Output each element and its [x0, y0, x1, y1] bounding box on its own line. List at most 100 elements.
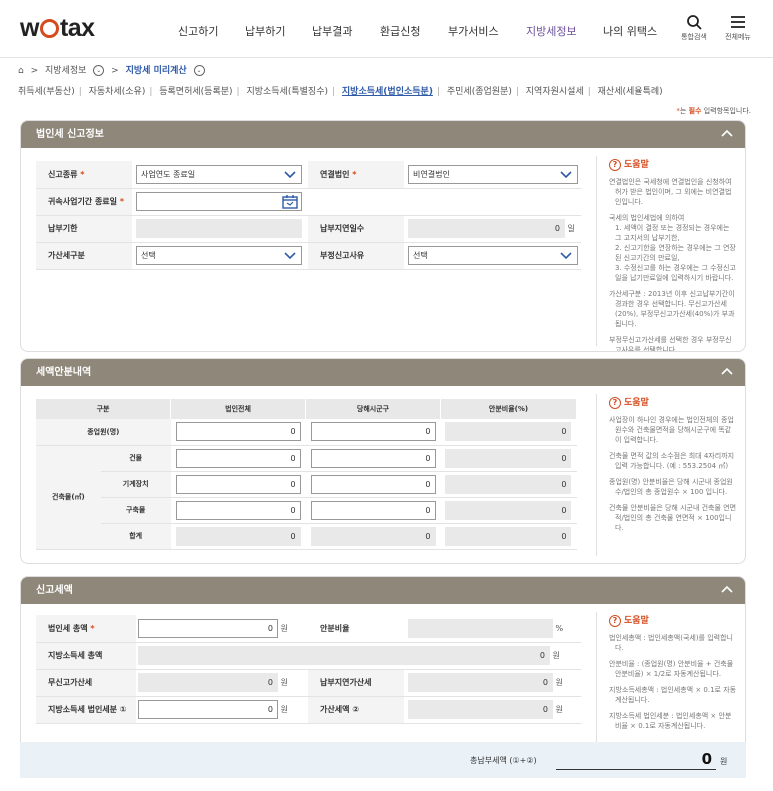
breadcrumb-item-calculator[interactable]: 지방세 미리계산: [126, 66, 187, 76]
column-header: 당해시군구: [305, 399, 441, 419]
corp-info-form: 신고종류 * 사업연도 종료일 연결법인 * 비연결법인 귀속사업기간 종료일 …: [36, 161, 581, 270]
chevron-down-icon: [284, 171, 296, 178]
column-header: 법인전체: [170, 399, 307, 419]
tab-income-tax-special[interactable]: 지방소득세(특별징수): [246, 87, 328, 97]
search-button[interactable]: 통합검색: [674, 14, 714, 42]
hamburger-icon: [731, 16, 745, 28]
row-label-machinery: 기계장치: [100, 471, 171, 498]
allocation-table: 구분 법인전체 당해시군구 안분비율(%) 종업원(명) 0 0 0 건축물(㎡…: [36, 399, 578, 550]
reported-tax-form: 법인세 총액 * 0 원 안분비율 % 지방소득세 총액 0 원 무신고가산세 …: [36, 615, 581, 724]
tab-property-tax[interactable]: 재산세(세율특례): [598, 87, 663, 97]
tab-acquisition-tax[interactable]: 취득세(부동산): [18, 87, 75, 97]
tax-type-tabs: 취득세(부동산) | 자동차세(소유) | 등록면허세(등록분) | 지방소득세(특별…: [18, 87, 663, 97]
penalty-field: 0: [408, 700, 553, 719]
ratio-label: 안분비율: [308, 615, 404, 643]
nav-pay-result[interactable]: 납부결과: [312, 23, 352, 39]
total-amount: 0: [556, 750, 716, 770]
machinery-ratio-field: 0: [445, 474, 572, 494]
late-pay-field: 0: [408, 673, 553, 692]
building-total-input[interactable]: 0: [175, 448, 301, 468]
machinery-total-input[interactable]: 0: [175, 474, 301, 494]
menu-button[interactable]: 전체메뉴: [718, 14, 758, 42]
due-date-field: [136, 219, 302, 238]
section-reported-tax: 신고세액 법인세 총액 * 0 원 안분비율 % 지방소득세 총액 0 원 무신…: [20, 576, 746, 742]
help-item: 지방소득세총액 : 법인세총액 × 0.1로 자동계산됩니다.: [609, 686, 737, 704]
structure-ratio-field: 0: [445, 500, 572, 520]
chevron-up-icon: [721, 585, 733, 593]
help-item: 건축물 면적 값의 소수점은 최대 4자리까지 입력 가능합니다. (예 : 5…: [609, 452, 735, 470]
section-header[interactable]: 신고세액: [21, 577, 745, 604]
column-header: 구분: [36, 399, 172, 419]
help-item: 국세의 법인세법에 의하여 1. 세액이 결정 또는 경정되는 경우에는 그 고…: [609, 214, 736, 282]
breadcrumb-item-local-tax-info[interactable]: 지방세정보: [45, 66, 86, 76]
building-label: 건축물(㎡): [36, 445, 101, 550]
help-title: 도움말: [624, 398, 649, 408]
corp-portion-label: 지방소득세 법인세분 ①: [36, 696, 136, 724]
corp-tax-input[interactable]: 0: [138, 618, 278, 638]
nav-report[interactable]: 신고하기: [178, 23, 218, 39]
due-date-label: 납부기한: [36, 215, 132, 243]
help-item: 연결법인은 국세청에 연결법인을 신청하여 허가 받은 법인이며, 그 외에는 …: [609, 178, 732, 206]
penalty-type-select[interactable]: 선택: [136, 246, 302, 265]
structure-total-input[interactable]: 0: [175, 500, 301, 520]
tab-resident-tax[interactable]: 주민세(종업원분): [447, 87, 512, 97]
section-title: 법인세 신고정보: [36, 129, 104, 140]
employees-ratio-field: 0: [445, 422, 572, 442]
tab-income-tax-corporate[interactable]: 지방소득세(법인소득분): [342, 87, 433, 97]
section-title: 신고세액: [36, 585, 73, 596]
employees-local-input[interactable]: 0: [310, 422, 436, 442]
search-label: 통합검색: [681, 33, 707, 41]
report-type-label: 신고종류: [48, 169, 78, 179]
late-pay-label: 납부지연가산세: [308, 669, 404, 697]
building-local-input[interactable]: 0: [310, 448, 436, 468]
help-box: ? 도움말 법인세총액 : 법인세총액(국세)를 입력합니다. 안분비율 : (종…: [609, 615, 737, 737]
search-icon: [687, 15, 702, 30]
report-type-select[interactable]: 사업연도 종료일: [136, 164, 302, 184]
chevron-down-icon: [284, 252, 296, 259]
machinery-local-input[interactable]: 0: [310, 474, 436, 494]
nav-local-tax-info[interactable]: 지방세정보: [526, 23, 577, 39]
home-icon[interactable]: ⌂: [18, 66, 24, 76]
help-item: 안분비율 : (종업원(명) 안분비율 + 건축물 안분비율) × 1/2로 자…: [609, 660, 734, 678]
nav-my-wetax[interactable]: 나의 위택스: [603, 23, 657, 39]
help-box: ? 도움말 연결법인은 국세청에 연결법인을 신청하여 허가 받은 법인이며, 그…: [609, 159, 737, 352]
help-item: 부정무신고가산세를 선택한 경우 부정무신고사유를 선택합니다.: [609, 336, 732, 352]
total-unit: 원: [720, 757, 728, 766]
tab-regional-resource-tax[interactable]: 지역자원시설세: [526, 87, 584, 97]
required-note: *는 필수 입력항목입니다.: [676, 107, 751, 115]
chevron-down-icon: [560, 252, 572, 259]
total-label: 총납부세액 (①+②): [470, 756, 537, 765]
penalty-label: 가산세액 ②: [308, 696, 404, 724]
wetax-logo[interactable]: w tax: [20, 14, 95, 43]
breadcrumb: ⌂ > 지방세정보 ⌄ > 지방세 미리계산 ⌄: [18, 64, 209, 78]
employees-total-input[interactable]: 0: [175, 422, 301, 442]
help-box: ? 도움말 사업장이 하나인 경우에는 법인전체의 종업원수와 건축물면적을 당해…: [609, 397, 737, 539]
section-header[interactable]: 법인세 신고정보: [21, 121, 745, 148]
logo-suffix: tax: [59, 14, 95, 42]
improper-reason-select[interactable]: 선택: [408, 246, 578, 265]
fiscal-end-label: 귀속사업기간 종료일: [48, 197, 118, 206]
section-tax-allocation: 세액안분내역 구분 법인전체 당해시군구 안분비율(%) 종업원(명) 0 0 …: [20, 358, 746, 564]
sum-total-field: 0: [175, 526, 301, 546]
no-report-label: 무신고가산세: [36, 669, 136, 697]
tab-registration-tax[interactable]: 등록면허세(등록분): [159, 87, 232, 97]
fiscal-end-date-input[interactable]: [136, 192, 302, 211]
chevron-down-icon[interactable]: ⌄: [93, 65, 105, 76]
corp-portion-input[interactable]: 0: [138, 700, 278, 719]
site-header: w tax 신고하기 납부하기 납부결과 환급신청 부가서비스 지방세정보 나의 …: [0, 0, 773, 58]
help-item: 건축물 안분비율은 당해 시군내 건축물 연면적/법인의 총 건축물 연면적 ×…: [609, 504, 737, 532]
consolidated-label: 연결법인: [320, 169, 350, 179]
nav-refund[interactable]: 환급신청: [380, 23, 420, 39]
tab-vehicle-tax[interactable]: 자동차세(소유): [89, 87, 146, 97]
structure-local-input[interactable]: 0: [310, 500, 436, 520]
help-title: 도움말: [624, 616, 649, 626]
calendar-icon[interactable]: [282, 195, 298, 209]
nav-extra-services[interactable]: 부가서비스: [448, 23, 499, 39]
nav-pay[interactable]: 납부하기: [245, 23, 285, 39]
section-header[interactable]: 세액안분내역: [21, 359, 745, 386]
local-income-label: 지방소득세 총액: [36, 642, 136, 670]
chevron-down-icon[interactable]: ⌄: [193, 65, 205, 76]
row-label-sum: 합계: [100, 523, 171, 550]
column-header: 안분비율(%): [440, 399, 578, 419]
consolidated-select[interactable]: 비연결법인: [408, 164, 578, 184]
